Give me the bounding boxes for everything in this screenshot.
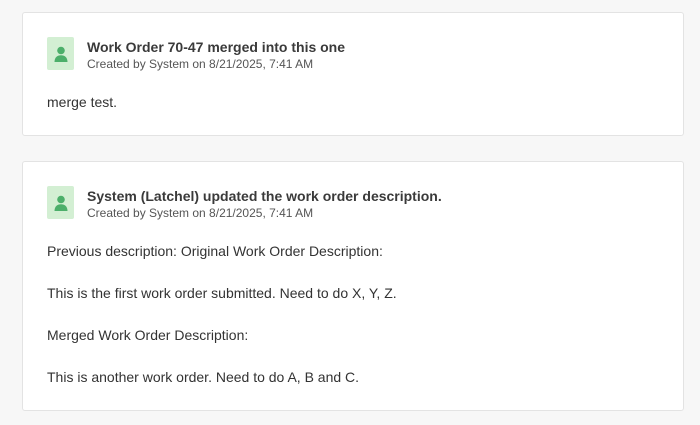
activity-body-line: This is another work order. Need to do A… (47, 369, 360, 385)
activity-body-line: merge test. (47, 94, 118, 110)
activity-body: Previous description: Original Work Orde… (47, 243, 397, 385)
activity-card: System (Latchel) updated the work order … (22, 161, 684, 411)
user-avatar (47, 37, 74, 70)
user-icon (54, 195, 67, 211)
activity-card: Work Order 70-47 merged into this one Cr… (22, 12, 684, 136)
activity-meta: Created by System on 8/21/2025, 7:41 AM (87, 206, 314, 220)
activity-title: System (Latchel) updated the work order … (87, 188, 442, 204)
activity-meta: Created by System on 8/21/2025, 7:41 AM (87, 57, 314, 71)
activity-body-line: Merged Work Order Description: (47, 327, 249, 343)
activity-title: Work Order 70-47 merged into this one (87, 39, 346, 55)
activity-body-line: This is the first work order submitted. … (47, 285, 397, 301)
activity-body: merge test. (47, 94, 117, 110)
user-icon (54, 46, 67, 62)
user-avatar (47, 186, 74, 219)
activity-body-line: Previous description: Original Work Orde… (47, 243, 383, 259)
